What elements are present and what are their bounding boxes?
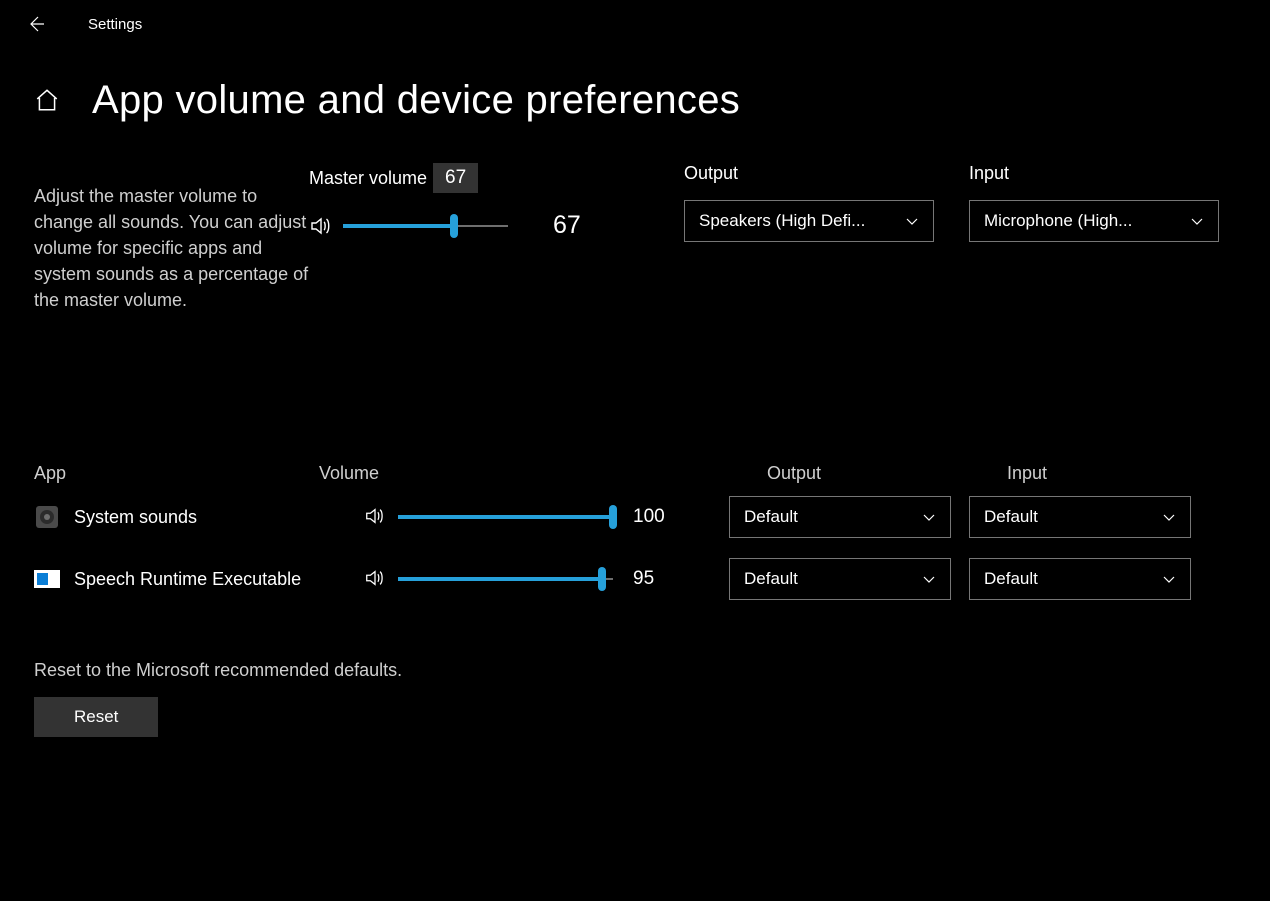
app-name: System sounds [74,507,197,528]
app-mute-button[interactable] [364,567,388,591]
master-output-dropdown[interactable]: Speakers (High Defi... [684,200,934,242]
reset-button[interactable]: Reset [34,697,158,737]
master-volume-label-text: Master volume [309,168,427,189]
chevron-down-icon [1190,214,1204,228]
reset-description: Reset to the Microsoft recommended defau… [34,660,1236,681]
app-name: Speech Runtime Executable [74,569,301,590]
header-input: Input [999,463,1236,484]
app-row-speech-runtime: Speech Runtime Executable 95 Default [34,558,1236,600]
master-output-selected: Speakers (High Defi... [699,211,905,231]
chevron-down-icon [905,214,919,228]
app-volume-value: 100 [633,506,671,528]
master-volume-value: 67 [553,211,581,240]
chevron-down-icon [1162,572,1176,586]
back-button[interactable] [20,8,52,40]
app-volume-slider[interactable] [398,505,613,529]
app-output-dropdown[interactable]: Default [729,496,951,538]
app-section-headers: App Volume Output Input [34,463,1236,484]
chevron-down-icon [1162,510,1176,524]
app-mute-button[interactable] [364,505,388,529]
slider-fill [398,577,602,581]
slider-thumb[interactable] [450,214,458,238]
home-icon [34,87,60,113]
master-volume-label: Master volume 67 [309,163,649,193]
header-app: App [34,463,319,484]
back-arrow-icon [26,14,46,34]
slider-thumb[interactable] [609,505,617,529]
app-row-system-sounds: System sounds 100 Default [34,496,1236,538]
speaker-icon [364,505,386,527]
app-input-dropdown[interactable]: Default [969,496,1191,538]
slider-thumb[interactable] [598,567,606,591]
app-volume-slider[interactable] [398,567,613,591]
master-output-label: Output [684,163,969,184]
master-volume-tooltip: 67 [433,163,478,193]
speech-runtime-icon [34,566,60,592]
header-output: Output [759,463,999,484]
system-sounds-icon [34,504,60,530]
app-output-selected: Default [744,507,922,527]
app-output-selected: Default [744,569,922,589]
speaker-icon [364,567,386,589]
app-input-selected: Default [984,507,1162,527]
window-title: Settings [88,16,142,33]
slider-fill [343,224,454,228]
master-description: Adjust the master volume to change all s… [34,163,309,313]
speaker-icon [309,214,333,238]
header-volume: Volume [319,463,759,484]
slider-fill [398,515,613,519]
master-mute-button[interactable] [309,214,333,238]
chevron-down-icon [922,572,936,586]
app-input-dropdown[interactable]: Default [969,558,1191,600]
app-volume-value: 95 [633,568,671,590]
app-output-dropdown[interactable]: Default [729,558,951,600]
chevron-down-icon [922,510,936,524]
page-title: App volume and device preferences [92,78,740,123]
app-input-selected: Default [984,569,1162,589]
master-input-selected: Microphone (High... [984,211,1190,231]
master-volume-slider[interactable] [343,214,508,238]
home-button[interactable] [34,87,62,115]
master-input-label: Input [969,163,1236,184]
master-input-dropdown[interactable]: Microphone (High... [969,200,1219,242]
titlebar: Settings [0,0,1270,48]
